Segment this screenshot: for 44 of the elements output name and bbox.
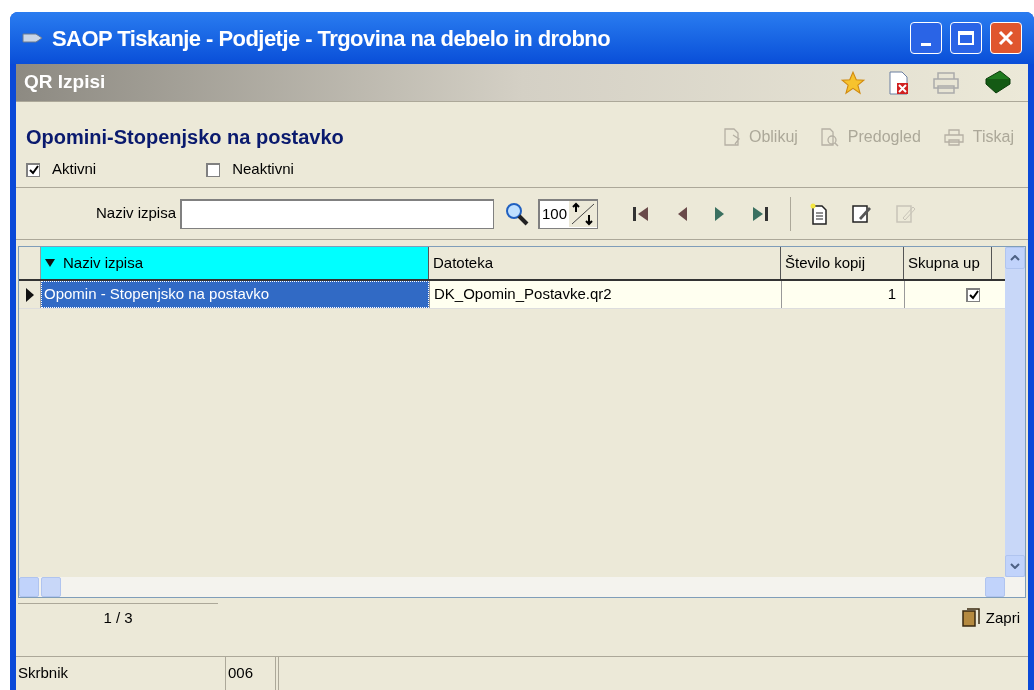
checkbox[interactable] bbox=[26, 162, 40, 177]
status-field: 006 bbox=[226, 657, 276, 690]
horizontal-scrollbar[interactable] bbox=[19, 577, 1025, 597]
scroll-down-icon[interactable] bbox=[1010, 563, 1020, 569]
column-header[interactable]: Naziv izpisa bbox=[41, 247, 429, 279]
report-heading: Opomini-Stopenjsko na postavko bbox=[26, 125, 345, 150]
search-field[interactable] bbox=[180, 198, 495, 229]
new-document-icon[interactable] bbox=[809, 202, 830, 225]
edit-document-icon bbox=[722, 127, 741, 147]
minimize-button[interactable] bbox=[910, 22, 942, 54]
maximize-button[interactable] bbox=[950, 22, 982, 54]
checkbox[interactable] bbox=[966, 287, 980, 302]
edit-icon[interactable] bbox=[851, 202, 874, 225]
search-icon[interactable] bbox=[504, 200, 531, 227]
scroll-up-icon[interactable] bbox=[1010, 255, 1020, 261]
table-cell: 1 bbox=[781, 281, 904, 308]
section-title: QR Izpisi bbox=[24, 70, 107, 95]
checkbox[interactable] bbox=[206, 162, 221, 177]
app-icon bbox=[22, 31, 44, 45]
close-button[interactable] bbox=[990, 22, 1022, 54]
checkbox-label: Aktivni bbox=[52, 159, 97, 180]
field-label: Naziv izpisa bbox=[96, 203, 177, 224]
previous-record-icon[interactable] bbox=[676, 204, 689, 223]
window-title: SAOP Tiskanje - Podjetje - Trgovina na debelo in drobno bbox=[52, 24, 612, 53]
table-cell: Opomin - Stopenjsko na postavko bbox=[41, 281, 429, 308]
table-row[interactable]: Opomin - Stopenjsko na postavko DK_Opomin_Postavke.qr2 1 bbox=[19, 281, 1005, 309]
door-icon bbox=[959, 608, 982, 628]
sort-arrow-icon bbox=[45, 259, 55, 267]
delete-document-icon[interactable] bbox=[888, 69, 910, 96]
last-record-icon[interactable] bbox=[752, 204, 771, 223]
spin-arrows-icon[interactable] bbox=[569, 201, 598, 227]
page-indicator: 1 / 3 bbox=[18, 603, 218, 633]
checkbox-label: Neaktivni bbox=[232, 159, 294, 180]
preview-icon bbox=[819, 127, 840, 147]
status-field: Skrbnik bbox=[16, 657, 226, 690]
vertical-scrollbar[interactable] bbox=[1005, 247, 1025, 577]
star-icon[interactable] bbox=[840, 69, 866, 96]
close-form-button[interactable]: Zapri bbox=[959, 606, 1026, 630]
row-pointer-icon bbox=[25, 287, 34, 302]
close-icon bbox=[998, 30, 1014, 46]
printer-icon bbox=[942, 128, 965, 146]
zoom-spinner[interactable]: 100 bbox=[538, 198, 599, 229]
table-cell: DK_Opomin_Postavke.qr2 bbox=[429, 281, 781, 308]
first-record-icon[interactable] bbox=[632, 204, 651, 223]
